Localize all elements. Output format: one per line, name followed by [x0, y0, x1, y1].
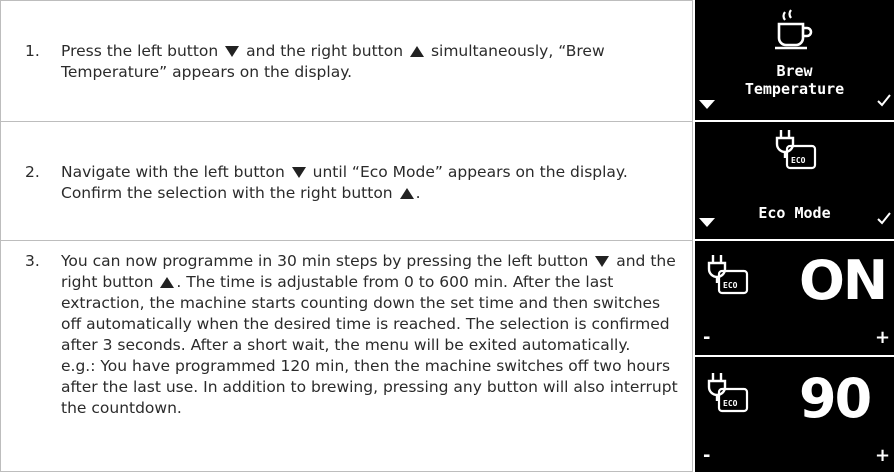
checkmark-icon — [877, 212, 891, 225]
coffee-cup-icon — [775, 9, 813, 50]
up-arrow-icon — [399, 188, 414, 199]
minus-symbol: - — [703, 327, 711, 348]
step-number: 3. — [25, 252, 40, 270]
step-text-part: Navigate with the left button — [61, 163, 285, 181]
display-label: Brew — [776, 62, 813, 80]
step-text: Navigate with the left button until “Eco… — [61, 162, 681, 204]
plug-eco-icon — [707, 373, 749, 413]
checkmark-icon — [877, 94, 891, 107]
display-eco-time: ECO 90 - + — [695, 357, 894, 472]
down-triangle-icon — [699, 218, 715, 227]
plug-eco-icon — [775, 130, 817, 170]
display-label: Eco Mode — [758, 204, 831, 222]
display-value: ON — [799, 249, 888, 312]
step-text-part: . The time is adjustable from 0 to 600 m… — [61, 273, 670, 354]
step-row-1: 1. Press the left button and the right b… — [0, 0, 693, 122]
instruction-table: 1. Press the left button and the right b… — [0, 0, 894, 472]
down-arrow-icon — [225, 46, 240, 57]
display-brew-temperature: Brew Temperature — [695, 0, 894, 120]
step-text-part: Press the left button — [61, 42, 219, 60]
display-label: Temperature — [744, 80, 845, 98]
down-triangle-icon — [699, 100, 715, 109]
example-text: e.g.: You have programmed 120 min, then … — [61, 357, 678, 417]
step-text-part: . — [415, 184, 421, 202]
up-arrow-icon — [410, 46, 424, 57]
step-number: 2. — [25, 163, 40, 181]
minus-symbol: - — [703, 445, 711, 466]
step-text: You can now programme in 30 min steps by… — [61, 251, 681, 419]
display-value: 90 — [799, 367, 872, 430]
down-arrow-icon — [595, 256, 610, 267]
step-text-part: and the right button — [246, 42, 404, 60]
eco-badge: ECO — [723, 399, 738, 408]
eco-badge: ECO — [791, 156, 806, 165]
plus-symbol: + — [875, 445, 891, 466]
step-text-part: You can now programme in 30 min steps by… — [61, 252, 589, 270]
step-row-3: 3. You can now programme in 30 min steps… — [0, 240, 693, 472]
down-arrow-icon — [291, 167, 306, 178]
display-eco-on: ECO ON - + — [695, 241, 894, 355]
plus-symbol: + — [875, 327, 891, 348]
step-number: 1. — [25, 42, 40, 60]
step-row-2: Navigate with the left button until “Eco… — [0, 121, 693, 241]
display-eco-mode: ECO Eco Mode — [695, 122, 894, 239]
up-arrow-icon — [160, 277, 175, 288]
eco-badge: ECO — [723, 281, 738, 290]
plug-eco-icon — [707, 255, 749, 295]
step-text: Press the left button and the right butt… — [61, 41, 681, 83]
